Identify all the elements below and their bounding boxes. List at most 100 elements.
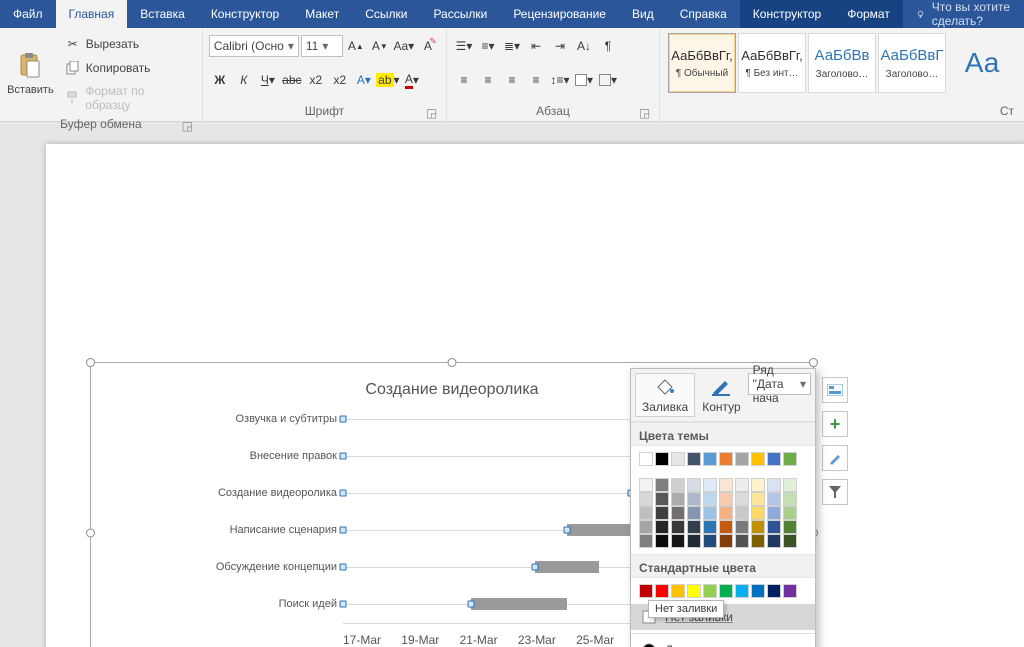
color-swatch[interactable]	[735, 492, 749, 506]
cut-button[interactable]: ✂Вырезать	[59, 33, 196, 55]
color-swatch[interactable]	[639, 520, 653, 534]
font-family-combo[interactable]: Calibri (Осно▾	[209, 35, 299, 57]
color-swatch[interactable]	[703, 452, 717, 466]
menu-home[interactable]: Главная	[56, 0, 128, 28]
menu-view[interactable]: Вид	[619, 0, 667, 28]
color-swatch[interactable]	[767, 520, 781, 534]
subscript-button[interactable]: x2	[305, 69, 327, 91]
series-combo[interactable]: Ряд "Дата нача▾	[748, 373, 811, 395]
sort-button[interactable]: A↓	[573, 35, 595, 57]
color-swatch[interactable]	[687, 478, 701, 492]
align-left-button[interactable]: ≡	[453, 69, 475, 91]
menu-references[interactable]: Ссылки	[352, 0, 420, 28]
color-swatch[interactable]	[703, 584, 717, 598]
color-swatch[interactable]	[639, 584, 653, 598]
show-marks-button[interactable]: ¶	[597, 35, 619, 57]
color-swatch[interactable]	[767, 584, 781, 598]
superscript-button[interactable]: x2	[329, 69, 351, 91]
menu-insert[interactable]: Вставка	[127, 0, 198, 28]
color-swatch[interactable]	[719, 506, 733, 520]
color-swatch[interactable]	[719, 584, 733, 598]
chart-elements-button[interactable]: +	[822, 411, 848, 437]
color-swatch[interactable]	[719, 478, 733, 492]
style-more[interactable]: Аа	[948, 33, 1016, 93]
color-swatch[interactable]	[719, 520, 733, 534]
clear-format-button[interactable]: A✎	[417, 35, 439, 57]
font-size-combo[interactable]: 11▾	[301, 35, 343, 57]
style-nospacing[interactable]: АаБбВвГг,¶ Без инт…	[738, 33, 806, 93]
resize-handle[interactable]	[86, 358, 95, 367]
color-swatch[interactable]	[751, 492, 765, 506]
color-swatch[interactable]	[735, 478, 749, 492]
menu-mailings[interactable]: Рассылки	[420, 0, 500, 28]
borders-button[interactable]: ▾	[597, 69, 619, 91]
color-swatch[interactable]	[735, 584, 749, 598]
underline-button[interactable]: Ч▾	[257, 69, 279, 91]
color-swatch[interactable]	[655, 452, 669, 466]
font-color-button[interactable]: A▾	[401, 69, 423, 91]
resize-handle[interactable]	[448, 358, 457, 367]
resize-handle[interactable]	[809, 358, 818, 367]
color-swatch[interactable]	[783, 534, 797, 548]
color-swatch[interactable]	[783, 584, 797, 598]
bar-duration[interactable]	[535, 561, 599, 573]
color-swatch[interactable]	[639, 478, 653, 492]
change-case-button[interactable]: Aa▾	[393, 35, 415, 57]
paste-button[interactable]: Вставить	[6, 31, 55, 115]
style-heading2[interactable]: АаБбВвГЗаголово…	[878, 33, 946, 93]
color-swatch[interactable]	[687, 506, 701, 520]
color-swatch[interactable]	[767, 452, 781, 466]
color-swatch[interactable]	[751, 534, 765, 548]
font-launcher-icon[interactable]: ◲	[425, 106, 438, 119]
menu-chart-design[interactable]: Конструктор	[740, 0, 834, 28]
menu-layout[interactable]: Макет	[292, 0, 352, 28]
color-swatch[interactable]	[783, 452, 797, 466]
color-swatch[interactable]	[671, 478, 685, 492]
series-select-point[interactable]	[340, 453, 347, 460]
color-swatch[interactable]	[751, 584, 765, 598]
color-swatch[interactable]	[687, 584, 701, 598]
color-swatch[interactable]	[671, 534, 685, 548]
shrink-font-button[interactable]: A▼	[369, 35, 391, 57]
color-swatch[interactable]	[735, 520, 749, 534]
menu-help[interactable]: Справка	[667, 0, 740, 28]
style-normal[interactable]: АаБбВвГг,¶ Обычный	[668, 33, 736, 93]
align-right-button[interactable]: ≡	[501, 69, 523, 91]
color-swatch[interactable]	[639, 452, 653, 466]
chart-layout-button[interactable]	[822, 377, 848, 403]
color-swatch[interactable]	[655, 520, 669, 534]
bar-duration[interactable]	[471, 598, 567, 610]
color-swatch[interactable]	[671, 520, 685, 534]
series-select-point[interactable]	[532, 564, 539, 571]
color-swatch[interactable]	[751, 520, 765, 534]
color-swatch[interactable]	[671, 506, 685, 520]
color-swatch[interactable]	[703, 520, 717, 534]
menu-design[interactable]: Конструктор	[198, 0, 292, 28]
color-swatch[interactable]	[655, 506, 669, 520]
series-select-point[interactable]	[468, 601, 475, 608]
color-swatch[interactable]	[655, 584, 669, 598]
color-swatch[interactable]	[735, 452, 749, 466]
color-swatch[interactable]	[751, 506, 765, 520]
style-gallery[interactable]: АаБбВвГг,¶ Обычный АаБбВвГг,¶ Без инт… А…	[666, 31, 1018, 102]
style-heading1[interactable]: АаБбВвЗаголово…	[808, 33, 876, 93]
color-swatch[interactable]	[767, 534, 781, 548]
more-colors-item[interactable]: Другие цвета заливки…	[631, 637, 815, 647]
color-swatch[interactable]	[687, 520, 701, 534]
series-select-point[interactable]	[564, 527, 571, 534]
color-swatch[interactable]	[703, 534, 717, 548]
line-spacing-button[interactable]: ↕≡▾	[549, 69, 571, 91]
menu-chart-format[interactable]: Формат	[834, 0, 903, 28]
color-swatch[interactable]	[687, 452, 701, 466]
numbering-button[interactable]: ≡▾	[477, 35, 499, 57]
color-swatch[interactable]	[767, 492, 781, 506]
color-swatch[interactable]	[783, 520, 797, 534]
text-effects-button[interactable]: A▾	[353, 69, 375, 91]
chart-filter-button[interactable]	[822, 479, 848, 505]
color-swatch[interactable]	[751, 478, 765, 492]
color-swatch[interactable]	[639, 506, 653, 520]
outdent-button[interactable]: ⇤	[525, 35, 547, 57]
color-swatch[interactable]	[671, 584, 685, 598]
color-swatch[interactable]	[735, 534, 749, 548]
italic-button[interactable]: К	[233, 69, 255, 91]
